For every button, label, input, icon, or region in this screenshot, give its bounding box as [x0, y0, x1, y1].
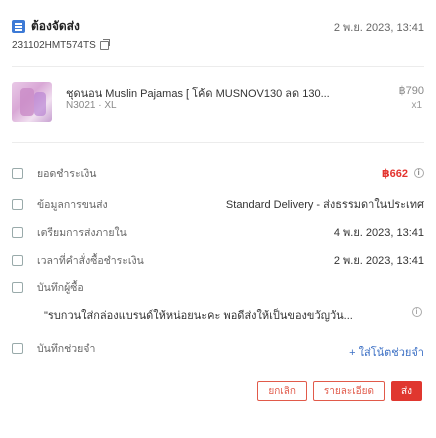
- order-header: ต้องจัดส่ง 2 พ.ย. 2023, 13:41 231102HMT5…: [12, 10, 424, 51]
- total-value: ฿662: [382, 167, 424, 180]
- order-id: 231102HMT574TS: [12, 39, 110, 51]
- shipping-value: Standard Delivery - ส่งธรรมดาในประเทศ: [225, 199, 424, 211]
- total-label: ยอดชำระเงิน: [37, 167, 97, 180]
- info-icon[interactable]: [414, 167, 424, 178]
- note-icon: [12, 281, 23, 293]
- product-price: ฿790: [398, 85, 424, 97]
- add-memo-link[interactable]: + ใส่โน้ตช่วยจำ: [349, 343, 424, 361]
- truck-icon: [12, 198, 23, 210]
- paid-time-value: 2 พ.ย. 2023, 13:41: [333, 255, 424, 267]
- memo-label: บันทึกช่วยจำ: [37, 342, 96, 355]
- prepare-label: เตรียมการส่งภายใน: [37, 226, 127, 239]
- action-buttons: ยกเลิก รายละเอียด ส่ง: [257, 381, 422, 401]
- copy-icon[interactable]: [99, 39, 110, 50]
- order-status-label: ต้องจัดส่ง: [31, 19, 80, 33]
- product-variant: N3021 · XL: [66, 100, 117, 111]
- row-total: ยอดชำระเงิน ฿662: [12, 164, 424, 182]
- divider: [12, 142, 424, 143]
- info-icon[interactable]: [412, 307, 422, 317]
- details-button[interactable]: รายละเอียด: [312, 381, 385, 401]
- wallet-icon: [12, 167, 23, 179]
- divider: [12, 66, 424, 67]
- calendar-icon: [12, 226, 23, 238]
- ship-button[interactable]: ส่ง: [391, 381, 422, 401]
- row-buyer-note: บันทึกผู้ซื้อ: [12, 278, 424, 296]
- total-amount: ฿662: [381, 167, 408, 180]
- buyer-note-label: บันทึกผู้ซื้อ: [37, 281, 84, 294]
- order-id-text: 231102HMT574TS: [12, 40, 96, 51]
- memo-icon: [12, 342, 23, 354]
- row-paid-time: เวลาที่คำสั่งซื้อชำระเงิน 2 พ.ย. 2023, 1…: [12, 251, 424, 269]
- row-shipping: ข้อมูลการขนส่ง Standard Delivery - ส่งธร…: [12, 195, 424, 213]
- prepare-value: 4 พ.ย. 2023, 13:41: [333, 227, 424, 239]
- document-icon: [12, 20, 25, 33]
- row-prepare: เตรียมการส่งภายใน 4 พ.ย. 2023, 13:41: [12, 223, 424, 241]
- order-card: ต้องจัดส่ง 2 พ.ย. 2023, 13:41 231102HMT5…: [0, 0, 436, 438]
- shipping-label: ข้อมูลการขนส่ง: [37, 198, 108, 211]
- buyer-note-text: "รบกวนใส่กล่องแบรนด์ให้หน่อยนะคะ พอดีส่ง…: [44, 310, 353, 322]
- product-thumbnail: [12, 82, 52, 122]
- paid-time-label: เวลาที่คำสั่งซื้อชำระเงิน: [37, 254, 144, 267]
- order-date: 2 พ.ย. 2023, 13:41: [333, 22, 424, 34]
- product-item[interactable]: ชุดนอน Muslin Pajamas [ โค้ด MUSNOV130 ล…: [12, 82, 424, 122]
- cancel-button[interactable]: ยกเลิก: [257, 381, 307, 401]
- order-status: ต้องจัดส่ง: [12, 17, 80, 36]
- product-quantity: x1: [411, 100, 422, 111]
- clock-icon: [12, 254, 23, 266]
